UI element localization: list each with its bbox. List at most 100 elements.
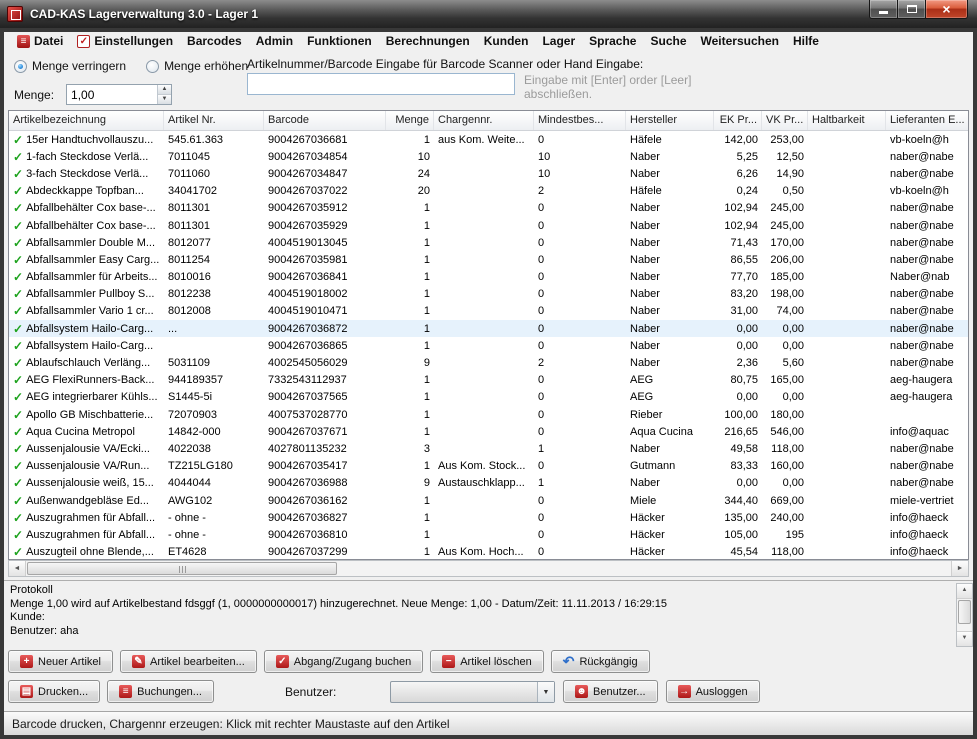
- table-row[interactable]: ✓Abfallsammler Pullboy S...8012238400451…: [9, 286, 968, 303]
- neuer-artikel-button[interactable]: +Neuer Artikel: [8, 650, 113, 673]
- scroll-up-icon[interactable]: ▲: [957, 584, 972, 599]
- column-header-barcode[interactable]: Barcode: [264, 111, 386, 130]
- column-header-artikelbezeichnung[interactable]: Artikelbezeichnung: [9, 111, 164, 130]
- table-row[interactable]: ✓Auszugrahmen für Abfall...- ohne -90042…: [9, 509, 968, 526]
- radio-button-icon[interactable]: [14, 60, 27, 73]
- table-row[interactable]: ✓Abfallsystem Hailo-Carg...9004267036865…: [9, 337, 968, 354]
- table-row[interactable]: ✓Außenwandgebläse Ed...AWG10290042670361…: [9, 492, 968, 509]
- chevron-down-icon[interactable]: ▼: [537, 682, 554, 702]
- radio-menge-verringern[interactable]: Menge verringern: [14, 59, 126, 73]
- table-cell: Naber: [626, 286, 714, 303]
- buchungen-button[interactable]: ≡Buchungen...: [107, 680, 214, 703]
- radio-menge-erhoehen[interactable]: Menge erhöhen: [146, 59, 248, 73]
- table-body: ✓15er Handtuchvollauszu...545.61.3639004…: [9, 131, 968, 560]
- menu-item-berechnungen[interactable]: Berechnungen: [379, 31, 477, 51]
- artikel-löschen-button[interactable]: −Artikel löschen: [430, 650, 544, 673]
- menu-item-weitersuchen[interactable]: Weitersuchen: [694, 31, 786, 51]
- table-cell: 4044044: [164, 475, 264, 492]
- table-row[interactable]: ✓AEG FlexiRunners-Back...944189357733254…: [9, 372, 968, 389]
- menu-item-suche[interactable]: Suche: [643, 31, 693, 51]
- table-cell: [808, 440, 886, 457]
- menu-item-datei[interactable]: ≡Datei: [10, 31, 70, 51]
- column-header-hersteller[interactable]: Hersteller: [626, 111, 714, 130]
- menu-item-funktionen[interactable]: Funktionen: [300, 31, 379, 51]
- menu-item-kunden[interactable]: Kunden: [477, 31, 536, 51]
- table-row[interactable]: ✓Abfallsammler Double M...80120774004519…: [9, 234, 968, 251]
- table-row[interactable]: ✓AEG integrierbarer Kühls...S1445-5i9004…: [9, 389, 968, 406]
- menu-item-einstellungen[interactable]: ✓Einstellungen: [70, 31, 180, 51]
- ausloggen-button[interactable]: →Ausloggen: [666, 680, 760, 703]
- table-row[interactable]: ✓Auszugrahmen für Abfall...- ohne -90042…: [9, 526, 968, 543]
- table-row[interactable]: ✓Abfallsammler für Arbeits...80100169004…: [9, 269, 968, 286]
- vertical-scroll-thumb[interactable]: [958, 600, 971, 624]
- table-row[interactable]: ✓Abdeckkappe Topfban...34041702900426703…: [9, 183, 968, 200]
- table-cell: 1: [386, 234, 434, 251]
- scroll-right-icon[interactable]: ►: [951, 561, 968, 576]
- table-cell: ✓15er Handtuchvollauszu...: [9, 131, 164, 148]
- menu-item-hilfe[interactable]: Hilfe: [786, 31, 826, 51]
- column-header-chargennr[interactable]: Chargennr.: [434, 111, 534, 130]
- rückgängig-button[interactable]: ↶Rückgängig: [551, 650, 650, 673]
- menu-item-admin[interactable]: Admin: [249, 31, 300, 51]
- menu-item-lager[interactable]: Lager: [535, 31, 582, 51]
- table-cell: aeg-haugera: [886, 389, 969, 406]
- table-cell: 9: [386, 354, 434, 371]
- table-row[interactable]: ✓Aussenjalousie VA/Ecki...40220384027801…: [9, 440, 968, 457]
- artikel-bearbeiten-button[interactable]: ✎Artikel bearbeiten...: [120, 650, 257, 673]
- spin-up-icon[interactable]: ▲: [158, 85, 171, 95]
- spin-down-icon[interactable]: ▼: [158, 95, 171, 104]
- scroll-down-icon[interactable]: ▼: [957, 631, 972, 646]
- drucken-button[interactable]: ▤Drucken...: [8, 680, 100, 703]
- table-cell: 5031109: [164, 354, 264, 371]
- radio-button-icon[interactable]: [146, 60, 159, 73]
- table-cell: 118,00: [762, 544, 808, 561]
- table-cell: 1: [386, 251, 434, 268]
- table-row[interactable]: ✓Abfallsystem Hailo-Carg......9004267036…: [9, 320, 968, 337]
- menu-item-label: Weitersuchen: [701, 34, 779, 48]
- column-header-haltbarkeit[interactable]: Haltbarkeit: [808, 111, 886, 130]
- menge-input[interactable]: [67, 85, 157, 104]
- table-row[interactable]: ✓1-fach Steckdose Verlä...70110459004267…: [9, 148, 968, 165]
- menu-item-barcodes[interactable]: Barcodes: [180, 31, 249, 51]
- benutzer-dropdown[interactable]: ▼: [390, 681, 555, 703]
- close-button[interactable]: ×: [925, 0, 968, 19]
- abgang-zugang-buchen-button[interactable]: ✓Abgang/Zugang buchen: [264, 650, 423, 673]
- table-row[interactable]: ✓Abfallbehälter Cox base-...801130190042…: [9, 200, 968, 217]
- horizontal-scrollbar[interactable]: ◄ ►: [8, 560, 969, 577]
- column-header-mindestbes[interactable]: Mindestbes...: [534, 111, 626, 130]
- table-cell: 0,00: [762, 337, 808, 354]
- table-cell: 8012077: [164, 234, 264, 251]
- table-cell: 0,50: [762, 183, 808, 200]
- horizontal-scroll-thumb[interactable]: [27, 562, 337, 575]
- benutzer-button[interactable]: ☻Benutzer...: [563, 680, 658, 703]
- quantity-stepper[interactable]: ▲ ▼: [66, 84, 172, 105]
- table-row[interactable]: ✓Abfallsammler Easy Carg...8011254900426…: [9, 251, 968, 268]
- table-row[interactable]: ✓Aqua Cucina Metropol14842-0009004267037…: [9, 423, 968, 440]
- table-row[interactable]: ✓Abfallbehälter Cox base-...801130190042…: [9, 217, 968, 234]
- menu-item-sprache[interactable]: Sprache: [582, 31, 643, 51]
- table-cell: 9004267036841: [264, 269, 386, 286]
- table-cell: 20: [386, 183, 434, 200]
- column-header-vk-pr[interactable]: VK Pr...: [762, 111, 808, 130]
- vertical-scrollbar[interactable]: ▲ ▼: [956, 583, 973, 647]
- barcode-scanner-input[interactable]: [247, 73, 515, 95]
- column-header-artikel-nr[interactable]: Artikel Nr.: [164, 111, 264, 130]
- minimize-button[interactable]: [869, 0, 898, 19]
- column-header-lieferanten-e[interactable]: Lieferanten E...: [886, 111, 969, 130]
- table-cell: 9004267036827: [264, 509, 386, 526]
- table-row[interactable]: ✓Ablaufschlauch Verläng...50311094002545…: [9, 354, 968, 371]
- table-row[interactable]: ✓Aussenjalousie weiß, 15...4044044900426…: [9, 475, 968, 492]
- column-header-ek-pr[interactable]: EK Pr...: [714, 111, 762, 130]
- table-row[interactable]: ✓Apollo GB Mischbatterie...7207090340075…: [9, 406, 968, 423]
- scroll-left-icon[interactable]: ◄: [9, 561, 26, 576]
- table-row[interactable]: ✓15er Handtuchvollauszu...545.61.3639004…: [9, 131, 968, 148]
- table-row[interactable]: ✓Aussenjalousie VA/Run...TZ215LG18090042…: [9, 458, 968, 475]
- table-row[interactable]: ✓3-fach Steckdose Verlä...70110609004267…: [9, 165, 968, 182]
- table-cell: 0: [534, 131, 626, 148]
- table-row[interactable]: ✓Abfallsammler Vario 1 cr...801200840045…: [9, 303, 968, 320]
- maximize-button[interactable]: [897, 0, 926, 19]
- table-row[interactable]: ✓Auszugteil ohne Blende,...ET46289004267…: [9, 544, 968, 561]
- column-header-menge[interactable]: Menge: [386, 111, 434, 130]
- article-check-icon: ✓: [13, 511, 23, 525]
- title-bar[interactable]: CAD-KAS Lagerverwaltung 3.0 - Lager 1 ×: [0, 0, 977, 28]
